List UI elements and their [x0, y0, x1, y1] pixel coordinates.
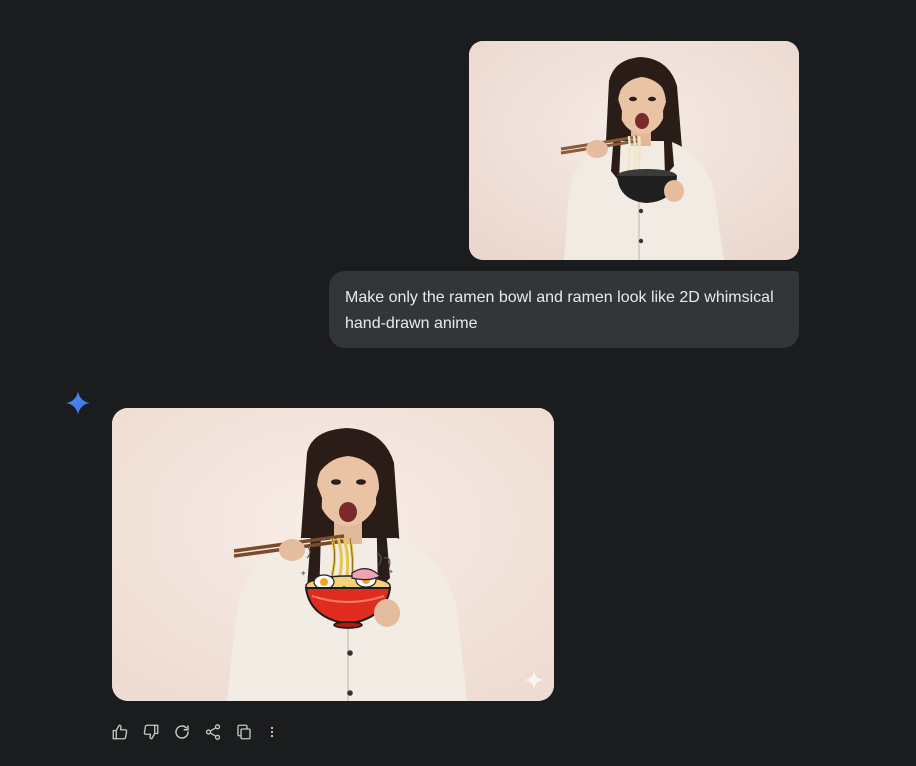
woman-eating-ramen-photo	[469, 41, 799, 260]
svg-text:✦: ✦	[300, 569, 307, 578]
svg-text:✦: ✦	[388, 568, 394, 576]
user-prompt-bubble: Make only the ramen bowl and ramen look …	[329, 271, 799, 348]
thumbs-up-icon[interactable]	[108, 720, 132, 744]
generated-image[interactable]: ✦ ✦	[112, 408, 554, 701]
more-options-icon[interactable]	[265, 720, 279, 744]
regenerate-icon[interactable]	[170, 720, 194, 744]
gemini-spark-icon	[66, 391, 90, 415]
user-uploaded-image[interactable]	[469, 41, 799, 260]
copy-icon[interactable]	[232, 720, 256, 744]
thumbs-down-icon[interactable]	[139, 720, 163, 744]
response-actions	[108, 720, 286, 744]
user-prompt-text: Make only the ramen bowl and ramen look …	[345, 289, 774, 332]
chat-conversation: Make only the ramen bowl and ramen look …	[0, 0, 916, 766]
anime-ramen-edited-photo: ✦ ✦	[112, 408, 554, 701]
share-icon[interactable]	[201, 720, 225, 744]
